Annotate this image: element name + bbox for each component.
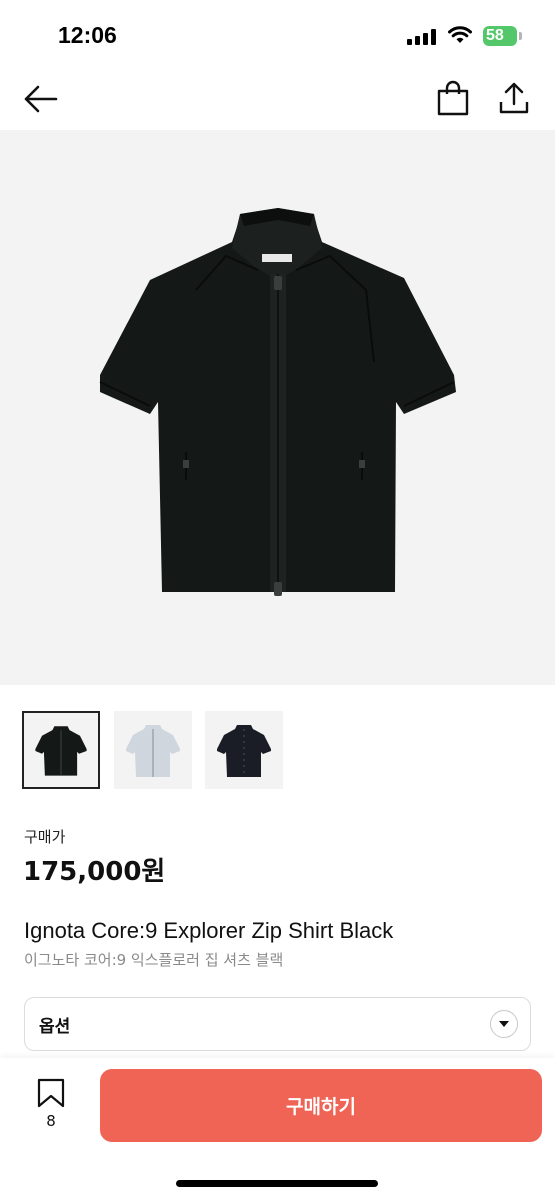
status-bar: 12:06 58: [0, 0, 555, 70]
battery-level: 58: [486, 27, 504, 44]
battery-charging-icon: 58: [483, 26, 522, 46]
shopping-bag-icon[interactable]: [436, 80, 470, 116]
chevron-down-icon: [490, 1010, 518, 1038]
signal-icon: [407, 29, 437, 45]
zip-shirt-illustration: [99, 208, 456, 596]
product-image[interactable]: [0, 130, 555, 685]
thumbnail-light-gray[interactable]: [114, 711, 192, 789]
bookmark-icon: [37, 1078, 65, 1108]
thumbnail-black[interactable]: [22, 711, 100, 789]
product-subtitle: 이그노타 코어:9 익스플로러 집 셔츠 블랙: [24, 951, 284, 969]
bottom-action-bar: 8 구매하기: [0, 1058, 555, 1200]
price: 175,000원: [23, 857, 166, 887]
share-icon[interactable]: [496, 80, 532, 116]
status-time: 12:06: [58, 22, 117, 48]
price-label: 구매가: [24, 828, 66, 846]
wifi-icon: [448, 26, 472, 43]
option-label: 옵션: [39, 1017, 71, 1037]
product-title: Ignota Core:9 Explorer Zip Shirt Black: [24, 918, 394, 943]
home-indicator: [176, 1180, 378, 1187]
thumbnail-navy[interactable]: [205, 711, 283, 789]
bookmark-count: 8: [46, 1112, 56, 1130]
back-arrow-icon[interactable]: [20, 82, 60, 116]
buy-button[interactable]: 구매하기: [100, 1069, 542, 1142]
bookmark-button[interactable]: 8: [26, 1076, 76, 1140]
nav-bar: [0, 70, 555, 130]
option-select[interactable]: 옵션: [24, 997, 531, 1051]
